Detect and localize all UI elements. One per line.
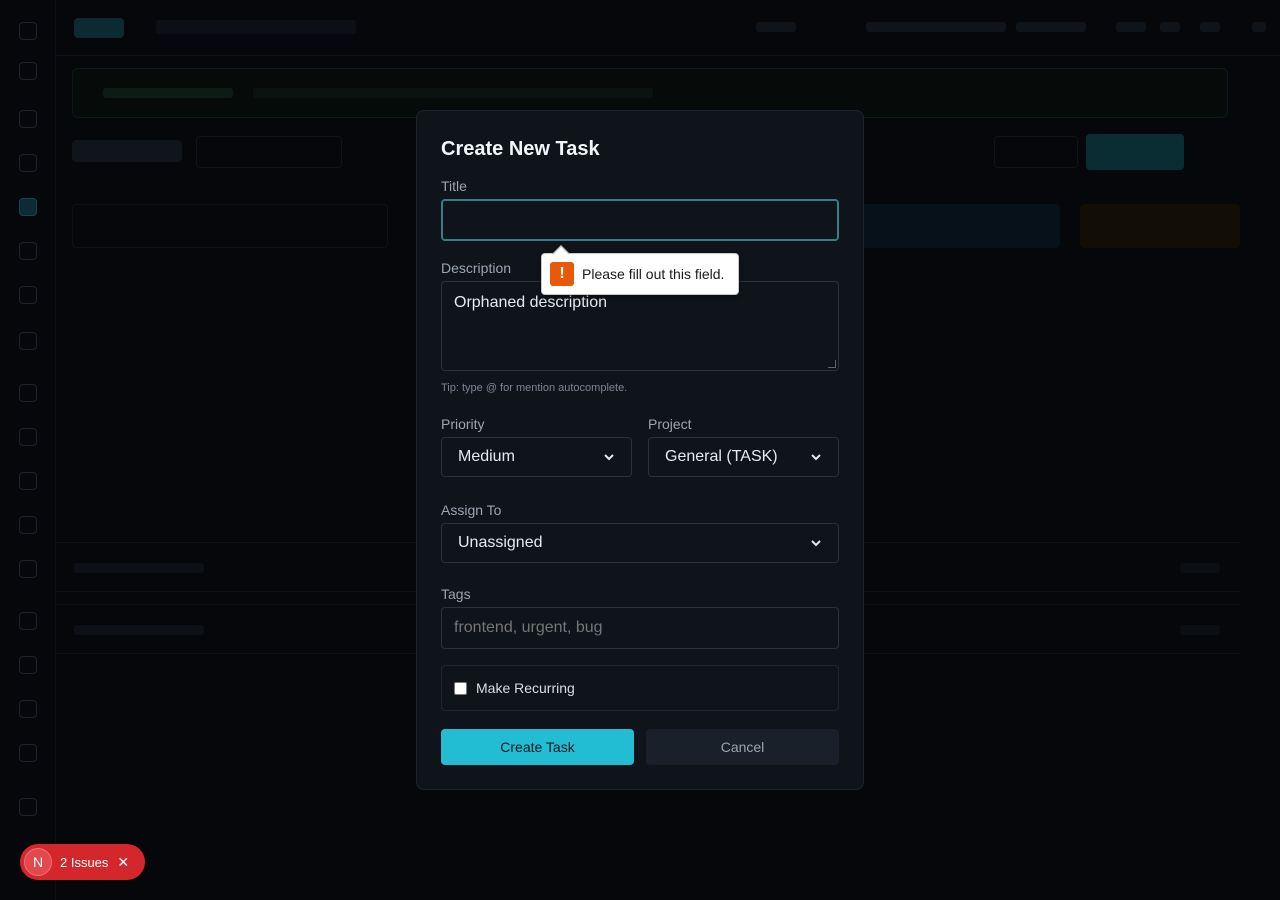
assign-value: Unassigned: [458, 534, 543, 551]
toolbar-item[interactable]: [1200, 22, 1220, 32]
recurring-checkbox[interactable]: [454, 681, 467, 695]
priority-value: Medium: [458, 448, 515, 465]
title-label: Title: [441, 178, 467, 194]
top-bar: [56, 0, 1280, 56]
nav-icon[interactable]: [19, 798, 37, 816]
nav-icon[interactable]: [19, 110, 37, 128]
tags-label: Tags: [441, 586, 471, 602]
close-icon[interactable]: ✕: [117, 854, 129, 871]
chevron-down-icon: [811, 540, 821, 547]
background-warning: [1080, 204, 1240, 248]
nav-icon[interactable]: [19, 154, 37, 172]
project-select[interactable]: General (TASK): [648, 437, 839, 477]
logo-icon: [19, 22, 37, 40]
warning-icon: !: [550, 262, 574, 286]
assign-select[interactable]: Unassigned: [441, 523, 839, 563]
toolbar-item: [866, 22, 1006, 32]
nav-icon[interactable]: [19, 428, 37, 446]
chevron-down-icon: [604, 454, 614, 461]
tags-input[interactable]: [441, 607, 839, 649]
nav-icon[interactable]: [19, 472, 37, 490]
toolbar-item[interactable]: [1116, 22, 1146, 32]
description-value: Orphaned description: [454, 294, 607, 311]
toolbar-item[interactable]: [1160, 22, 1180, 32]
validation-message: Please fill out this field.: [582, 266, 725, 282]
background-button[interactable]: [994, 136, 1078, 168]
status-chip: [74, 18, 124, 38]
nav-icon[interactable]: [19, 384, 37, 402]
resize-handle-icon[interactable]: [828, 360, 836, 368]
project-value: General (TASK): [665, 448, 778, 465]
background-filter[interactable]: [72, 204, 388, 248]
nav-icon[interactable]: [19, 242, 37, 260]
nav-icon[interactable]: [19, 286, 37, 304]
toolbar-item[interactable]: [756, 22, 796, 32]
validation-tooltip: ! Please fill out this field.: [541, 245, 739, 295]
issues-badge-icon[interactable]: N: [24, 848, 52, 876]
assign-label: Assign To: [441, 502, 502, 518]
create-task-modal: Create New Task Title Description Orphan…: [416, 110, 864, 790]
priority-label: Priority: [441, 416, 485, 432]
toolbar-item: [1016, 22, 1086, 32]
nav-icon[interactable]: [19, 62, 37, 80]
left-rail: [0, 0, 56, 900]
nav-icon-active[interactable]: [19, 198, 37, 216]
modal-title: Create New Task: [441, 138, 600, 160]
search-bar[interactable]: [156, 20, 356, 34]
cancel-button[interactable]: Cancel: [646, 729, 839, 765]
recurring-label: Make Recurring: [476, 680, 575, 696]
background-new-task-button[interactable]: [1086, 134, 1184, 170]
mention-tip: Tip: type @ for mention autocomplete.: [441, 382, 628, 394]
chevron-down-icon: [811, 454, 821, 461]
toolbar-item[interactable]: [1252, 22, 1266, 32]
issues-label[interactable]: 2 Issues: [60, 855, 108, 870]
priority-select[interactable]: Medium: [441, 437, 632, 477]
background-page-title: [72, 140, 182, 162]
issues-pill[interactable]: N 2 Issues ✕: [20, 844, 145, 880]
nav-icon[interactable]: [19, 612, 37, 630]
nav-icon[interactable]: [19, 700, 37, 718]
project-label: Project: [648, 416, 692, 432]
background-project-select[interactable]: [196, 136, 342, 168]
nav-icon[interactable]: [19, 516, 37, 534]
nav-icon[interactable]: [19, 332, 37, 350]
title-input[interactable]: [441, 199, 839, 241]
nav-icon[interactable]: [19, 744, 37, 762]
background-filter[interactable]: [860, 204, 1060, 248]
nav-icon[interactable]: [19, 560, 37, 578]
nav-icon[interactable]: [19, 656, 37, 674]
create-task-button[interactable]: Create Task: [441, 729, 634, 765]
recurring-row[interactable]: Make Recurring: [441, 665, 839, 711]
